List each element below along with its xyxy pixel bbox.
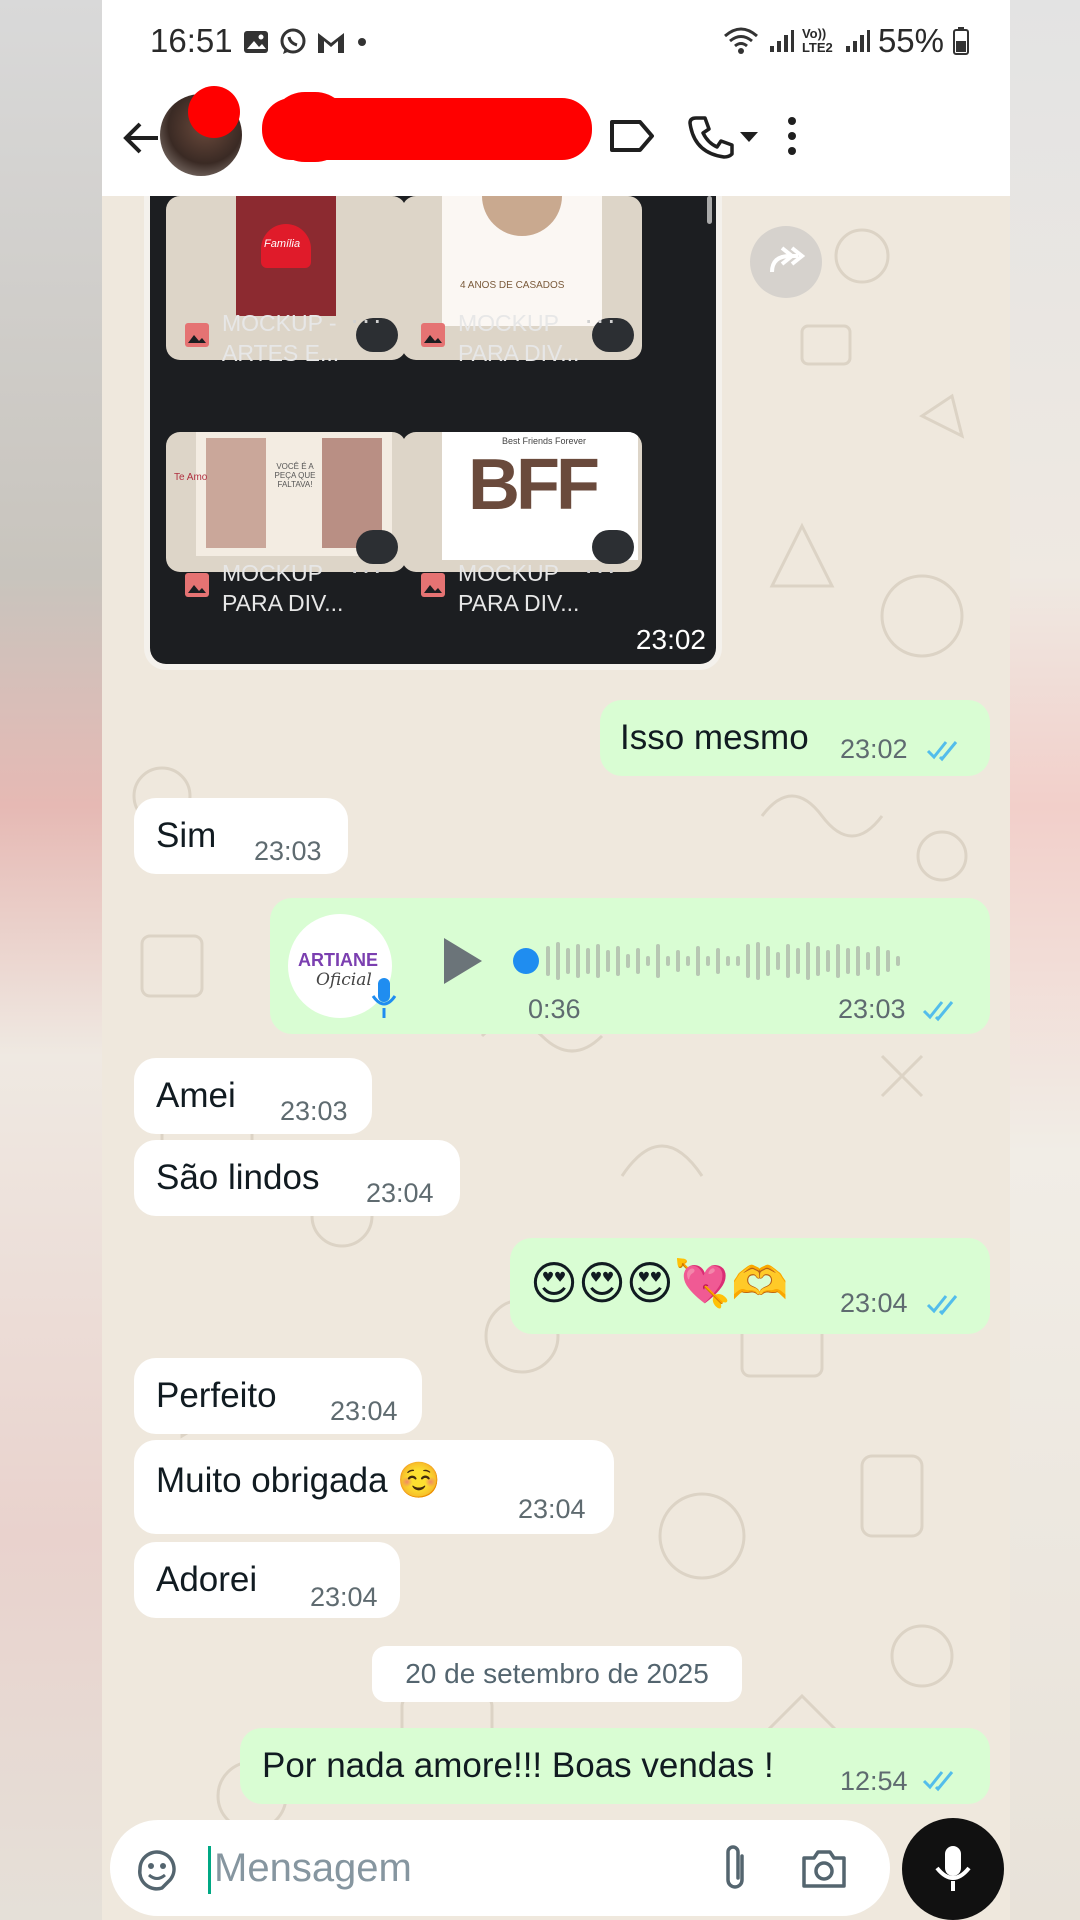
message-text: Adorei xyxy=(156,1560,258,1599)
media-label-line2: PARA DIV... xyxy=(458,590,580,616)
message-text: Muito obrigada ☺️ xyxy=(156,1461,441,1500)
message-time: 23:02 xyxy=(635,624,706,655)
dot-icon xyxy=(358,38,366,46)
media-label-line1: MOCKUP - xyxy=(222,310,337,336)
more-vertical-icon[interactable] xyxy=(772,108,812,164)
media-label-line2: PARA DIV... xyxy=(458,340,580,366)
audio-message[interactable]: ARTIANE Oficial 0:36 23:03 xyxy=(270,898,990,1034)
redaction-mark xyxy=(188,86,240,138)
gallery-icon xyxy=(244,31,268,53)
read-ticks-icon xyxy=(926,741,958,762)
more-dots-icon[interactable]: ··· xyxy=(584,554,618,586)
message-text: Perfeito xyxy=(156,1376,277,1415)
forward-icon xyxy=(770,246,806,273)
date-separator: 20 de setembro de 2025 xyxy=(372,1646,742,1702)
message-time: 23:04 xyxy=(518,1494,586,1524)
read-ticks-icon xyxy=(922,1001,954,1022)
phone-screen: 16:51 Vo)) LTE2 55% Família 4 ANOS DE CA… xyxy=(102,0,1010,1920)
tile-title: Família xyxy=(264,238,301,250)
more-dots-icon[interactable]: ··· xyxy=(350,554,384,586)
text-caret xyxy=(208,1846,211,1894)
battery-icon xyxy=(953,27,969,55)
message-input[interactable] xyxy=(214,1840,644,1896)
message-bubble-outgoing[interactable]: Isso mesmo 23:02 xyxy=(600,700,990,776)
message-bubble-incoming[interactable]: Amei 23:03 xyxy=(134,1058,372,1134)
message-text: 😍😍😍💘🫶 xyxy=(530,1257,789,1309)
camera-icon[interactable] xyxy=(798,1844,850,1892)
volte-icon: Vo)) LTE2 xyxy=(801,26,833,55)
battery-percent: 55% xyxy=(877,22,944,59)
message-bubble-outgoing[interactable]: 😍😍😍💘🫶 23:04 xyxy=(510,1238,990,1334)
message-bubble-outgoing[interactable]: Por nada amore!!! Boas vendas ! 12:54 xyxy=(240,1728,990,1804)
attach-icon[interactable] xyxy=(710,1842,760,1894)
mic-icon xyxy=(371,978,397,1018)
message-time: 23:04 xyxy=(840,1288,908,1318)
media-label-line2: PARA DIV... xyxy=(222,590,344,616)
read-ticks-icon xyxy=(922,1771,954,1792)
image-icon xyxy=(185,573,209,597)
status-time: 16:51 xyxy=(150,22,233,59)
tile-title: 4 ANOS DE CASADOS xyxy=(460,280,565,291)
redaction-mark xyxy=(270,92,350,162)
message-text: Sim xyxy=(156,816,217,855)
media-message[interactable]: Família 4 ANOS DE CASADOS MOCKUP - ARTES… xyxy=(144,196,722,670)
gmail-icon xyxy=(318,33,344,53)
media-tile[interactable]: VOCÊ É A PEÇA QUE FALTAVA! Te Amo xyxy=(166,432,406,572)
message-time: 23:04 xyxy=(366,1178,434,1208)
forward-button[interactable] xyxy=(750,226,822,298)
scroll-indicator xyxy=(707,196,712,224)
media-label-line1: MOCKUP xyxy=(222,560,323,586)
left-blurred-background xyxy=(0,0,102,1920)
media-label-line2: ARTES E... xyxy=(222,340,340,366)
more-dots-icon[interactable]: ··· xyxy=(584,304,618,336)
message-time: 23:02 xyxy=(840,734,908,764)
message-text: Amei xyxy=(156,1076,236,1115)
message-input-bar xyxy=(110,1820,890,1916)
image-icon xyxy=(421,323,445,347)
message-bubble-incoming[interactable]: Perfeito 23:04 xyxy=(134,1358,422,1434)
audio-waveform[interactable] xyxy=(512,936,932,986)
signal-icon xyxy=(845,30,870,52)
message-text: São lindos xyxy=(156,1158,320,1197)
message-time: 23:04 xyxy=(310,1582,378,1612)
status-bar: 16:51 Vo)) LTE2 55% xyxy=(102,0,1010,82)
tile-title: BFF xyxy=(468,445,600,525)
mic-icon xyxy=(935,1846,971,1891)
label-icon[interactable] xyxy=(602,108,662,164)
signal-icon xyxy=(769,30,794,52)
play-icon[interactable] xyxy=(438,934,486,988)
message-text: Isso mesmo xyxy=(620,718,809,757)
phone-icon[interactable] xyxy=(682,108,738,164)
wifi-icon xyxy=(723,27,758,54)
read-ticks-icon xyxy=(926,1295,958,1316)
message-time: 23:03 xyxy=(254,836,322,866)
media-tile[interactable]: Best Friends Forever BFF xyxy=(402,432,642,572)
media-label-line1: MOCKUP xyxy=(458,560,559,586)
more-dots-icon[interactable]: ··· xyxy=(350,304,384,336)
message-bubble-incoming[interactable]: Adorei 23:04 xyxy=(134,1542,400,1618)
record-voice-button[interactable] xyxy=(902,1818,1004,1920)
message-bubble-incoming[interactable]: São lindos 23:04 xyxy=(134,1140,460,1216)
message-bubble-incoming[interactable]: Muito obrigada ☺️ 23:04 xyxy=(134,1440,614,1534)
tile-subtitle: Te Amo xyxy=(174,472,208,483)
message-text: Por nada amore!!! Boas vendas ! xyxy=(262,1746,774,1785)
message-bubble-incoming[interactable]: Sim 23:03 xyxy=(134,798,348,874)
image-icon xyxy=(185,323,209,347)
tile-title: VOCÊ É A PEÇA QUE FALTAVA! xyxy=(274,462,316,489)
audio-duration: 0:36 xyxy=(528,994,581,1024)
dropdown-icon[interactable] xyxy=(734,108,764,164)
media-label-line1: MOCKUP xyxy=(458,310,559,336)
message-time: 23:03 xyxy=(280,1096,348,1126)
whatsapp-icon xyxy=(280,28,306,54)
image-icon xyxy=(421,573,445,597)
message-time: 23:04 xyxy=(330,1396,398,1426)
message-time: 23:03 xyxy=(838,994,906,1024)
message-time: 12:54 xyxy=(840,1766,908,1796)
sticker-icon[interactable] xyxy=(132,1844,182,1894)
